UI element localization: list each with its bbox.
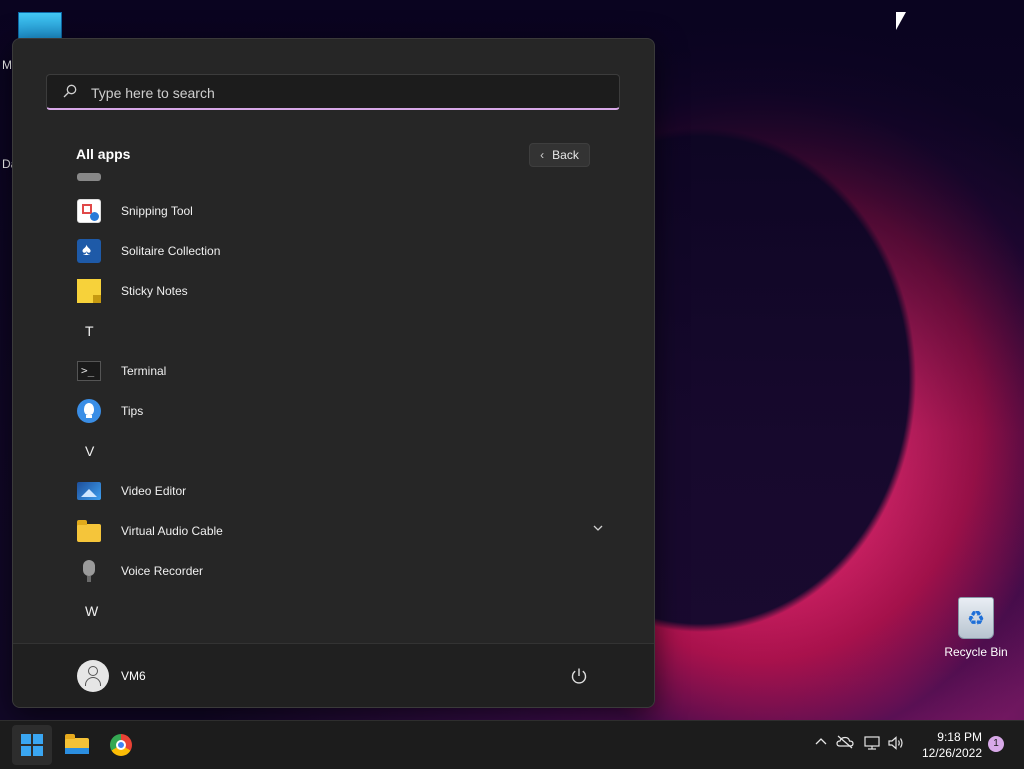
letter-header-v[interactable]: V [63,431,603,471]
volume-icon[interactable] [887,735,905,753]
recycle-bin-label: Recycle Bin [944,645,1008,659]
search-icon [63,84,77,98]
app-label: Video Editor [121,484,187,498]
search-input[interactable] [89,80,593,106]
app-list-item-terminal[interactable]: Terminal [63,351,603,391]
app-icon [77,173,101,181]
recycle-bin-icon [958,597,994,639]
chrome-icon [110,734,132,756]
app-label: Snipping Tool [121,204,193,218]
search-box[interactable] [46,74,620,110]
letter-label: T [85,323,94,339]
chrome-button[interactable] [101,725,141,765]
app-label: Solitaire Collection [121,244,221,258]
notification-badge[interactable]: 1 [988,736,1004,752]
app-label: Voice Recorder [121,564,204,578]
app-list-item-video-editor[interactable]: Video Editor [63,471,603,511]
solitaire-icon [77,239,101,263]
app-list-item-tips[interactable]: Tips [63,391,603,431]
app-list-item-virtual-audio-cable[interactable]: Virtual Audio Cable [63,511,603,551]
app-list-item-voice-recorder[interactable]: Voice Recorder [63,551,603,591]
clock-time: 9:18 PM [937,730,982,744]
start-menu: All apps ‹ Back Snipping Tool Solitaire … [12,38,655,708]
taskbar: 9:18 PM 12/26/2022 1 [0,720,1024,769]
file-explorer-button[interactable] [57,725,97,765]
letter-label: V [85,443,95,459]
app-list-item-solitaire[interactable]: Solitaire Collection [63,231,603,271]
all-apps-list[interactable]: Snipping Tool Solitaire Collection Stick… [13,173,654,643]
show-hidden-icons-chevron-up-icon[interactable] [812,735,830,753]
recycle-bin-desktop-icon[interactable]: Recycle Bin [944,597,1008,659]
video-editor-icon [77,482,101,500]
desktop-label-fragment: M [2,58,12,72]
voice-recorder-icon [77,559,101,583]
app-label: Tips [121,404,144,418]
snipping-tool-icon [77,199,101,223]
mouse-cursor-icon [896,12,906,30]
onedrive-offline-icon[interactable] [836,735,854,753]
chevron-down-icon[interactable] [593,523,603,533]
app-label: Sticky Notes [121,284,188,298]
back-button[interactable]: ‹ Back [529,143,590,167]
user-avatar-icon[interactable] [77,660,109,692]
all-apps-title: All apps [76,146,131,162]
windows-logo-icon [21,734,43,756]
sticky-notes-icon [77,279,101,303]
network-icon[interactable] [863,735,881,753]
app-label: Terminal [121,364,167,378]
app-list-item-snipping-tool[interactable]: Snipping Tool [63,191,603,231]
app-list-item-sticky-notes[interactable]: Sticky Notes [63,271,603,311]
app-label: Virtual Audio Cable [121,524,223,538]
folder-icon [77,520,101,542]
start-button[interactable] [12,725,52,765]
app-list-item-partial[interactable] [63,617,603,643]
clock-date: 12/26/2022 [921,746,982,760]
file-explorer-icon [65,734,89,754]
letter-header-t[interactable]: T [63,311,603,351]
taskbar-clock[interactable]: 9:18 PM 12/26/2022 [912,729,982,761]
chevron-left-icon: ‹ [540,148,545,162]
terminal-icon [77,361,101,381]
back-button-label: Back [552,148,579,162]
tips-icon [77,399,101,423]
user-name[interactable]: VM6 [121,669,146,683]
power-icon[interactable] [569,666,589,686]
start-menu-footer: VM6 [13,643,654,707]
